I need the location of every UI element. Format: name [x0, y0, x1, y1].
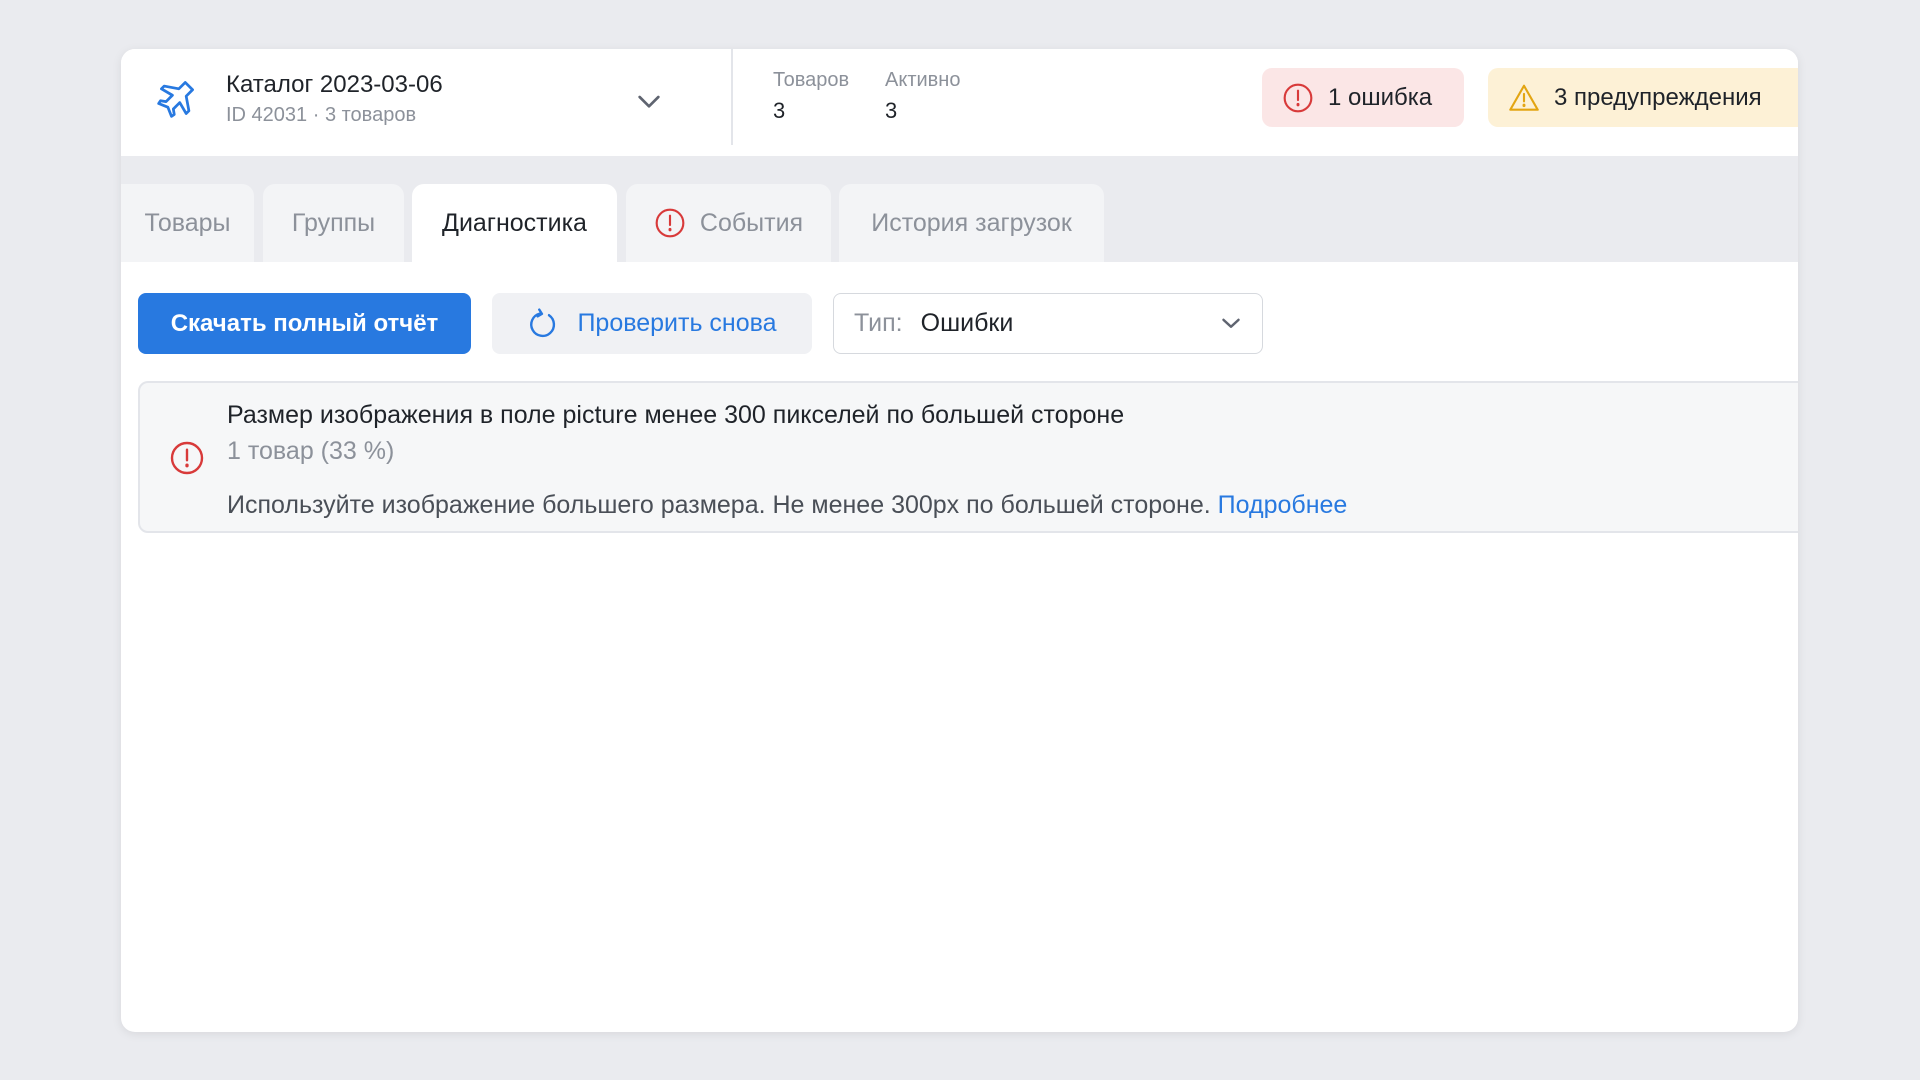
airplane-icon — [157, 81, 194, 118]
tab-label: События — [699, 208, 804, 237]
stat-value: 3 — [885, 98, 898, 123]
chevron-down-icon[interactable] — [633, 85, 665, 117]
stat-label: Товаров — [773, 69, 850, 91]
tab-products[interactable]: Товары — [121, 184, 254, 262]
download-report-button[interactable]: Скачать полный отчёт — [138, 293, 471, 354]
refresh-icon — [530, 307, 556, 337]
chevron-down-icon — [1222, 318, 1240, 328]
stat-label: Активно — [885, 69, 961, 91]
type-filter-select[interactable]: Тип: Ошибки — [833, 293, 1263, 354]
error-count-badge[interactable]: 1 ошибка — [1262, 68, 1464, 127]
diagnostic-title: Размер изображения в поле picture менее … — [227, 401, 1125, 429]
warning-count-badge[interactable]: 3 предупреждения — [1488, 68, 1798, 127]
tab-bar: Товары Группы Диагностика События Истори… — [121, 156, 1798, 262]
tab-groups[interactable]: Группы — [263, 184, 404, 262]
recheck-button[interactable]: Проверить снова — [492, 293, 812, 354]
catalog-window: Каталог 2023-03-06 ID 42031 · 3 товаров … — [121, 49, 1798, 1032]
type-filter-value: Ошибки — [920, 309, 1014, 337]
tab-label: Товары — [144, 208, 231, 237]
diagnostic-item: Размер изображения в поле picture менее … — [138, 381, 1798, 533]
error-circle-icon — [1283, 83, 1313, 112]
stat-active: Активно 3 — [885, 69, 960, 124]
error-circle-icon — [170, 441, 204, 475]
recheck-label: Проверить снова — [577, 309, 777, 337]
header-divider — [731, 49, 733, 145]
catalog-subtitle: ID 42031 · 3 товаров — [226, 104, 417, 126]
diagnostic-advice-text: Используйте изображение большего размера… — [227, 491, 1211, 519]
stat-value: 3 — [773, 98, 786, 123]
error-circle-icon — [655, 208, 685, 238]
type-filter-label: Тип: — [854, 309, 903, 337]
catalog-header: Каталог 2023-03-06 ID 42031 · 3 товаров … — [121, 49, 1798, 158]
diagnostic-affected-count: 1 товар (33 %) — [227, 437, 395, 465]
tab-label: Группы — [291, 208, 376, 237]
warning-triangle-icon — [1509, 84, 1539, 111]
tab-label: История загрузок — [871, 208, 1072, 237]
diagnostic-advice: Используйте изображение большего размера… — [227, 491, 1347, 520]
catalog-title: Каталог 2023-03-06 — [226, 71, 443, 98]
tab-diagnostics[interactable]: Диагностика — [412, 184, 617, 262]
tab-upload-history[interactable]: История загрузок — [839, 184, 1104, 262]
tab-events[interactable]: События — [626, 184, 831, 262]
error-badge-label: 1 ошибка — [1328, 83, 1433, 111]
details-link[interactable]: Подробнее — [1218, 491, 1348, 519]
warning-badge-label: 3 предупреждения — [1554, 83, 1762, 111]
stat-products: Товаров 3 — [773, 69, 849, 124]
tab-label: Диагностика — [442, 208, 587, 237]
